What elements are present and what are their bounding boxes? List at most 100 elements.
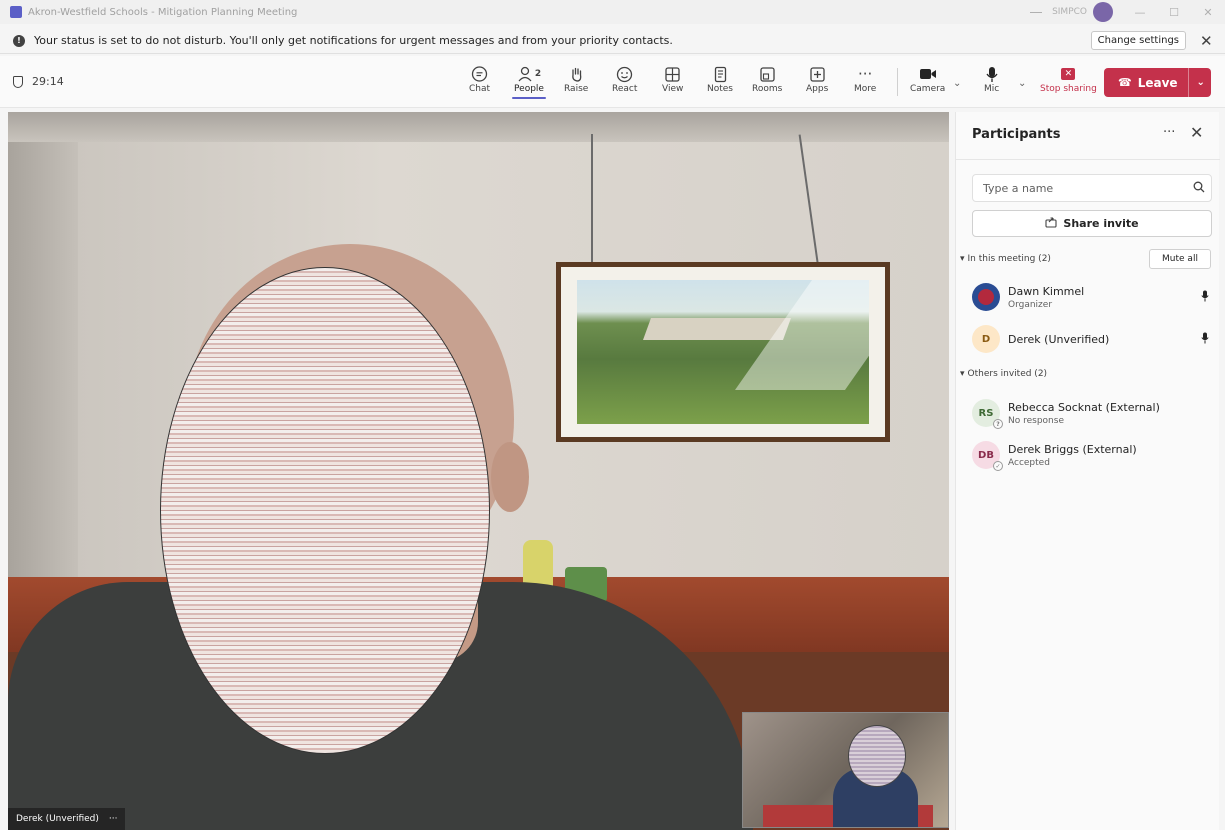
avatar-initials: RS: [978, 407, 994, 419]
in-meeting-label: In this meeting (2): [967, 254, 1051, 264]
mic-label: Mic: [984, 84, 1000, 94]
participant-status: Accepted: [1008, 457, 1050, 468]
participant-search: [972, 174, 1212, 202]
mic-options-chevron-icon[interactable]: ⌄: [1018, 78, 1026, 89]
caret-down-icon: ▾: [960, 369, 965, 379]
others-invited-label: Others invited (2): [967, 369, 1048, 379]
share-invite-label: Share invite: [1063, 217, 1139, 230]
toolbar-separator: [897, 68, 898, 96]
camera-label: Camera: [910, 84, 946, 94]
mic-icon: [1198, 332, 1212, 347]
camera-button[interactable]: Camera: [910, 64, 945, 94]
raise-hand-icon: [568, 64, 585, 84]
more-button[interactable]: ··· More: [854, 64, 876, 94]
panel-title: Participants: [972, 127, 1061, 142]
camera-icon: [919, 64, 937, 84]
view-button[interactable]: View: [662, 64, 683, 94]
no-response-status-icon: ?: [993, 419, 1003, 429]
title-bar: Akron-Westfield Schools - Mitigation Pla…: [0, 0, 1225, 24]
view-label: View: [662, 84, 684, 94]
shield-icon: [13, 75, 23, 88]
self-face-blur-mask: [848, 725, 906, 787]
minimize-icon[interactable]: —: [1123, 6, 1157, 19]
dnd-status-banner: ! Your status is set to do not disturb. …: [0, 28, 1225, 54]
leave-button[interactable]: ☎ Leave ⌄: [1104, 68, 1211, 97]
avatar: DB ✓: [972, 441, 1003, 471]
camera-options-chevron-icon[interactable]: ⌄: [953, 78, 961, 89]
stop-sharing-icon: ✕: [1061, 64, 1076, 84]
participant-row[interactable]: D Derek (Unverified): [972, 322, 1212, 356]
notes-icon: [712, 64, 729, 84]
main-participant-name: Derek (Unverified): [16, 814, 99, 824]
panel-divider: [956, 159, 1220, 160]
in-meeting-section-header[interactable]: ▾ In this meeting (2): [960, 254, 1051, 264]
window-title: Akron-Westfield Schools - Mitigation Pla…: [28, 6, 298, 18]
rooms-icon: [759, 64, 776, 84]
user-avatar[interactable]: [1093, 2, 1113, 22]
notes-button[interactable]: Notes: [707, 64, 733, 94]
participant-name: Dawn Kimmel: [1008, 284, 1085, 298]
participant-role: Organizer: [1008, 299, 1053, 310]
change-settings-button[interactable]: Change settings: [1090, 31, 1186, 50]
participant-row[interactable]: Dawn Kimmel Organizer: [972, 280, 1212, 314]
dash-icon: [1030, 11, 1043, 13]
meeting-timer: 29:14: [13, 75, 64, 88]
participant-name-tag[interactable]: Derek (Unverified) ···: [8, 808, 126, 830]
leave-divider: [1187, 68, 1189, 97]
chat-button[interactable]: Chat: [469, 64, 490, 94]
people-count: 2: [534, 69, 542, 79]
smile-icon: [616, 64, 633, 84]
search-icon[interactable]: [1187, 181, 1211, 196]
mute-all-button[interactable]: Mute all: [1149, 249, 1211, 269]
more-icon: ···: [858, 65, 873, 83]
banner-close-icon[interactable]: ✕: [1200, 32, 1213, 50]
accepted-status-icon: ✓: [993, 461, 1003, 471]
stop-sharing-button[interactable]: ✕ Stop sharing: [1040, 64, 1097, 94]
leave-label: Leave: [1137, 75, 1178, 90]
share-invite-button[interactable]: Share invite: [972, 210, 1212, 237]
participant-menu-icon[interactable]: ···: [109, 814, 118, 824]
participant-status: No response: [1008, 415, 1064, 426]
meeting-toolbar: 29:14 Chat 2 People Raise React View Not…: [0, 56, 1225, 108]
maximize-icon[interactable]: ☐: [1157, 6, 1191, 19]
notes-label: Notes: [707, 84, 733, 94]
others-invited-section-header[interactable]: ▾ Others invited (2): [960, 369, 1047, 379]
people-button[interactable]: 2 People: [512, 64, 546, 99]
panel-more-icon[interactable]: ···: [1163, 125, 1175, 140]
banner-message: Your status is set to do not disturb. Yo…: [34, 34, 673, 47]
video-ceiling: [8, 112, 949, 142]
self-view-video[interactable]: [742, 712, 949, 828]
mic-button[interactable]: Mic: [984, 64, 999, 94]
participant-name: Rebecca Socknat (External): [1008, 400, 1160, 414]
apps-button[interactable]: Apps: [806, 64, 828, 94]
invited-participant-row[interactable]: DB ✓ Derek Briggs (External) Accepted: [972, 438, 1212, 472]
raise-hand-button[interactable]: Raise: [564, 64, 588, 94]
face-blur-mask: [160, 267, 490, 754]
framed-painting: [556, 262, 890, 442]
info-icon: !: [13, 34, 25, 47]
react-button[interactable]: React: [612, 64, 637, 94]
panel-close-icon[interactable]: ✕: [1190, 123, 1203, 142]
video-wall-left: [8, 142, 78, 622]
grid-view-icon: [664, 64, 681, 84]
search-input[interactable]: [973, 181, 1187, 195]
avatar: RS ?: [972, 399, 1003, 429]
raise-label: Raise: [564, 84, 589, 94]
chat-icon: [471, 64, 488, 84]
person-ear: [491, 442, 529, 512]
hanging-wire: [591, 134, 593, 269]
window-close-icon[interactable]: ✕: [1191, 6, 1225, 19]
chat-label: Chat: [469, 84, 491, 94]
participants-panel: Participants ··· ✕ Share invite ▾ In thi…: [955, 112, 1220, 830]
more-label: More: [854, 84, 877, 94]
avatar-initials: DB: [978, 449, 994, 461]
timer-text: 29:14: [32, 75, 64, 88]
account-area[interactable]: SIMPCO: [1030, 2, 1113, 22]
leave-options-chevron-icon[interactable]: ⌄: [1197, 77, 1205, 88]
invited-participant-row[interactable]: RS ? Rebecca Socknat (External) No respo…: [972, 396, 1212, 430]
rooms-button[interactable]: Rooms: [752, 64, 782, 94]
people-icon: 2: [517, 64, 541, 84]
avatar: [972, 283, 1000, 311]
avatar: D: [972, 325, 1000, 353]
mic-icon: [985, 64, 999, 84]
